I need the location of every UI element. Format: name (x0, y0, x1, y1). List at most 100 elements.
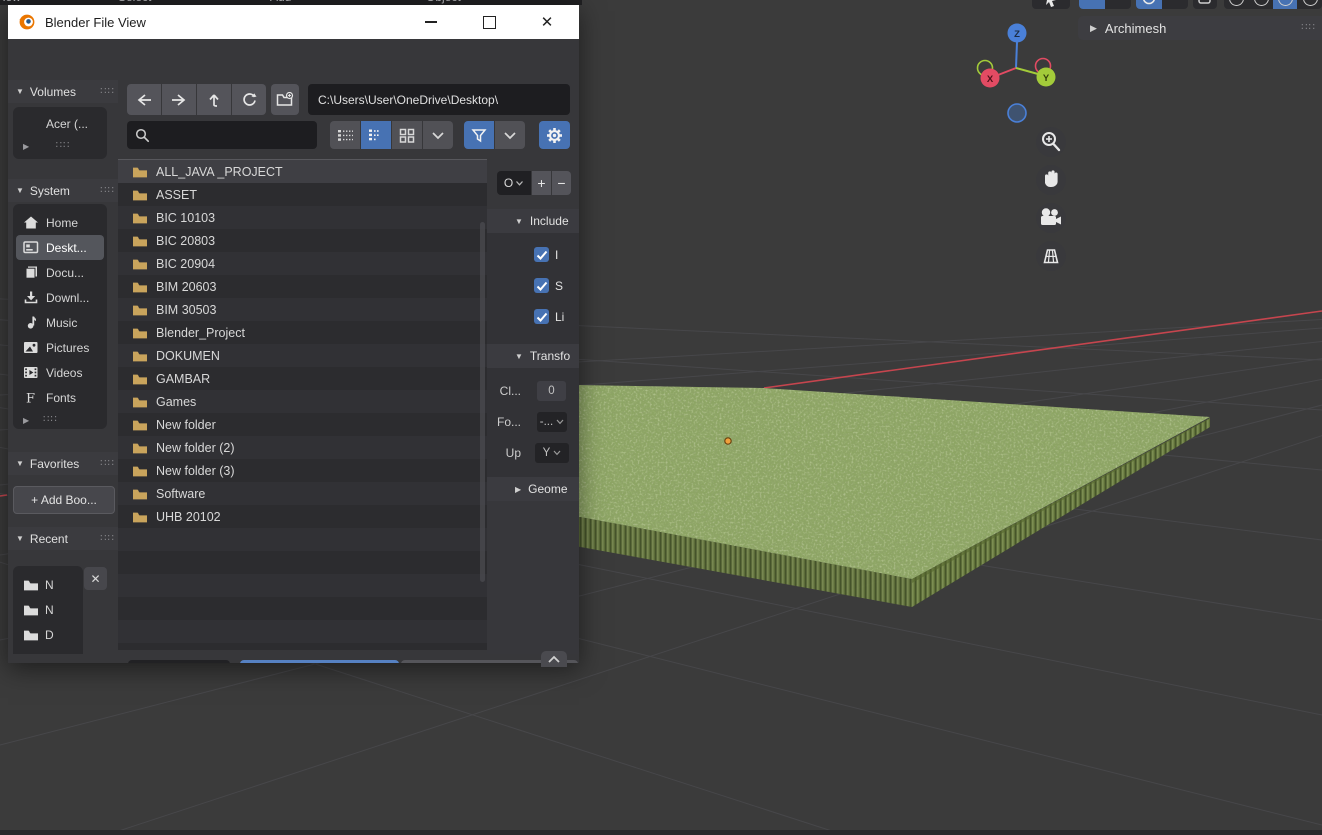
include-option-s[interactable]: S (534, 278, 563, 293)
include-section-header[interactable]: ▼ Include (487, 209, 579, 233)
section-grip-icon[interactable]: ∷∷ (100, 459, 115, 469)
grass-plane-object[interactable] (575, 385, 1210, 607)
expand-triangle-icon[interactable]: ▶ (23, 416, 29, 425)
display-mode-vertical-list-button[interactable] (330, 121, 360, 149)
view-axis-gizmo[interactable]: Z X Y (978, 24, 1056, 123)
pan-tool-icon[interactable] (1036, 165, 1066, 195)
panel-grip-icon[interactable]: ∷∷ (56, 141, 71, 151)
file-row[interactable]: Blender_Project (118, 321, 487, 344)
maximize-button[interactable] (474, 5, 504, 39)
sidebar-item-deskt[interactable]: Deskt... (16, 235, 104, 260)
active-tool-button[interactable] (1032, 0, 1070, 9)
clear-recent-button[interactable]: ✕ (84, 567, 107, 590)
shading-sphere-icon[interactable] (1229, 0, 1244, 6)
sidebar-item-music[interactable]: Music (16, 310, 104, 335)
section-grip-icon[interactable]: ∷∷ (100, 534, 115, 544)
expand-triangle-icon[interactable]: ▶ (23, 142, 29, 151)
menu-item-view[interactable]: View (0, 0, 21, 4)
system-section-header[interactable]: ▼ System ∷∷ (8, 179, 118, 202)
filter-button[interactable] (464, 121, 494, 149)
include-option-li[interactable]: Li (534, 309, 564, 324)
preset-remove-button[interactable]: − (552, 171, 571, 195)
recent-section-header[interactable]: ▼ Recent ∷∷ (8, 527, 118, 550)
filter-dropdown-button[interactable] (495, 121, 525, 149)
gizmo-axis-neg-z[interactable] (1008, 104, 1026, 122)
sidebar-item-home[interactable]: Home (16, 210, 104, 235)
expand-dialog-tab[interactable] (541, 651, 567, 667)
favorites-section-header[interactable]: ▼ Favorites ∷∷ (8, 452, 118, 475)
checkbox-checked[interactable] (534, 278, 549, 293)
display-mode-thumbnail-button[interactable] (392, 121, 422, 149)
sidebar-item-pictures[interactable]: Pictures (16, 335, 104, 360)
display-mode-detailed-list-button[interactable] (361, 121, 391, 149)
file-row[interactable]: GAMBAR (118, 367, 487, 390)
path-field[interactable]: C:\Users\User\OneDrive\Desktop\ (308, 84, 570, 115)
volume-item-acer[interactable]: Acer (... (16, 111, 104, 136)
file-row[interactable]: BIM 30503 (118, 298, 487, 321)
menu-item-add[interactable]: Add (270, 0, 291, 4)
sidebar-item-videos[interactable]: Videos (16, 360, 104, 385)
transform-section-header[interactable]: ▼ Transfo (487, 344, 579, 368)
create-folder-button[interactable] (271, 84, 299, 115)
zoom-tool-icon[interactable] (1036, 127, 1066, 157)
camera-view-icon[interactable] (1036, 203, 1066, 233)
display-mode-dropdown-button[interactable] (423, 121, 453, 149)
forward-button[interactable] (162, 84, 196, 115)
file-row[interactable]: Software (118, 482, 487, 505)
menu-item-object[interactable]: Object (426, 0, 461, 4)
archimesh-panel-header[interactable]: ▶ Archimesh ∷∷ (1078, 16, 1322, 40)
file-row[interactable]: UHB 20102 (118, 505, 487, 528)
file-row[interactable]: BIC 20904 (118, 252, 487, 275)
panel-grip-icon[interactable]: ∷∷ (43, 415, 58, 425)
import-obj-button[interactable]: Import OBJ (240, 660, 399, 663)
shading-sphere-icon[interactable] (1303, 0, 1318, 6)
checkbox-checked[interactable] (534, 247, 549, 262)
filter-settings-button[interactable] (539, 121, 570, 149)
shading-mode-group[interactable] (1224, 0, 1322, 9)
refresh-button[interactable] (232, 84, 266, 115)
file-row[interactable]: New folder (2) (118, 436, 487, 459)
shading-sphere-icon[interactable] (1254, 0, 1269, 6)
panel-grip-icon[interactable]: ∷∷ (1301, 23, 1316, 33)
sidebar-item-fonts[interactable]: F Fonts (16, 385, 104, 410)
section-grip-icon[interactable]: ∷∷ (100, 186, 115, 196)
file-row[interactable]: BIM 20603 (118, 275, 487, 298)
file-row[interactable]: DOKUMEN (118, 344, 487, 367)
file-list-scrollbar[interactable] (480, 222, 485, 582)
preset-dropdown[interactable]: O (497, 171, 531, 195)
dropdown-field[interactable]: -... (537, 412, 567, 432)
file-row[interactable]: New folder (3) (118, 459, 487, 482)
overlays-button[interactable] (1193, 0, 1217, 9)
snap-toggle-button[interactable] (1079, 0, 1131, 9)
dialog-titlebar[interactable]: Blender File View ✕ (8, 5, 579, 39)
parent-directory-button[interactable] (197, 84, 231, 115)
include-option-i[interactable]: I (534, 247, 558, 262)
close-button[interactable]: ✕ (532, 5, 562, 39)
checkbox-checked[interactable] (534, 309, 549, 324)
file-row[interactable]: New folder (118, 413, 487, 436)
sidebar-item-downl[interactable]: Downl... (16, 285, 104, 310)
gizmo-axis-y[interactable]: Y (1037, 68, 1056, 87)
file-row[interactable]: BIC 10103 (118, 206, 487, 229)
file-row[interactable]: Games (118, 390, 487, 413)
recent-item[interactable]: N (16, 572, 80, 597)
file-row[interactable]: ALL_JAVA _PROJECT (118, 160, 487, 183)
add-bookmark-button[interactable]: + Add Boo... (13, 486, 115, 514)
menu-item-select[interactable]: Select (118, 0, 151, 4)
geometry-section-header[interactable]: ▶ Geome (487, 477, 579, 501)
recent-item[interactable]: D (16, 622, 80, 647)
filename-input[interactable]: modern hou... (128, 660, 230, 663)
back-button[interactable] (127, 84, 161, 115)
minimize-button[interactable] (416, 5, 446, 39)
sidebar-item-docu[interactable]: Docu... (16, 260, 104, 285)
perspective-toggle-icon[interactable] (1036, 241, 1066, 271)
section-grip-icon[interactable]: ∷∷ (100, 87, 115, 97)
preset-add-button[interactable]: + (532, 171, 551, 195)
gizmo-axis-z[interactable]: Z (1008, 24, 1027, 43)
dropdown-field[interactable]: Y (535, 443, 569, 463)
file-row[interactable]: BIC 20803 (118, 229, 487, 252)
gizmo-axis-x[interactable]: X (981, 69, 1000, 88)
number-field[interactable]: 0 (537, 381, 566, 401)
volumes-section-header[interactable]: ▼ Volumes ∷∷ (8, 80, 118, 103)
search-input[interactable] (127, 121, 317, 149)
